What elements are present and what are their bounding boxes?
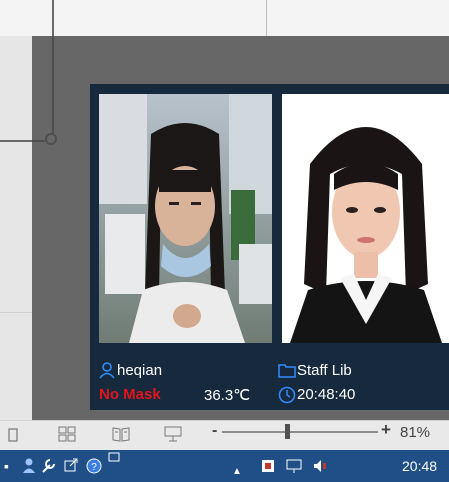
folder-icon: [278, 362, 296, 383]
grid-view-icon[interactable]: [58, 426, 76, 445]
flag-icon[interactable]: [260, 458, 276, 477]
library-reference-photo: [282, 94, 449, 343]
wrench-icon[interactable]: [40, 458, 56, 477]
zoom-slider-thumb[interactable]: [285, 424, 290, 439]
background-canvas: [0, 0, 449, 40]
diagram-grid-line-horizontal: [0, 312, 32, 313]
volume-icon[interactable]: [312, 458, 328, 477]
mask-status: No Mask: [99, 386, 161, 403]
background-side-panel: [0, 36, 32, 422]
library-name: Staff Lib: [297, 362, 352, 379]
zoom-out-button[interactable]: -: [212, 422, 217, 440]
help-icon[interactable]: ?: [86, 458, 102, 477]
monitor-icon[interactable]: [286, 458, 302, 477]
live-capture-photo: [99, 94, 272, 343]
zoom-in-button[interactable]: +: [381, 420, 391, 440]
capture-time: 20:48:40: [297, 386, 356, 403]
zoom-level-label: 81%: [400, 424, 431, 441]
person-name: heqian: [117, 362, 163, 379]
temperature-reading: 36.3℃: [204, 387, 251, 404]
show-hidden-icons-chevron-icon[interactable]: ▲: [232, 466, 242, 477]
person-icon: [99, 362, 115, 384]
taskbar-clock[interactable]: 20:48: [402, 458, 437, 474]
diagram-grid-line: [266, 0, 267, 36]
user-icon[interactable]: [22, 458, 36, 477]
window-icon[interactable]: [108, 452, 120, 465]
network-icon[interactable]: ▪: [4, 458, 9, 474]
book-icon[interactable]: [112, 426, 130, 445]
clock-icon: [278, 386, 296, 409]
external-link-icon[interactable]: [64, 458, 78, 475]
single-view-icon[interactable]: [8, 428, 18, 445]
zoom-slider-track[interactable]: [222, 431, 378, 433]
svg-text:?: ?: [91, 462, 97, 473]
presentation-icon[interactable]: [164, 426, 182, 445]
